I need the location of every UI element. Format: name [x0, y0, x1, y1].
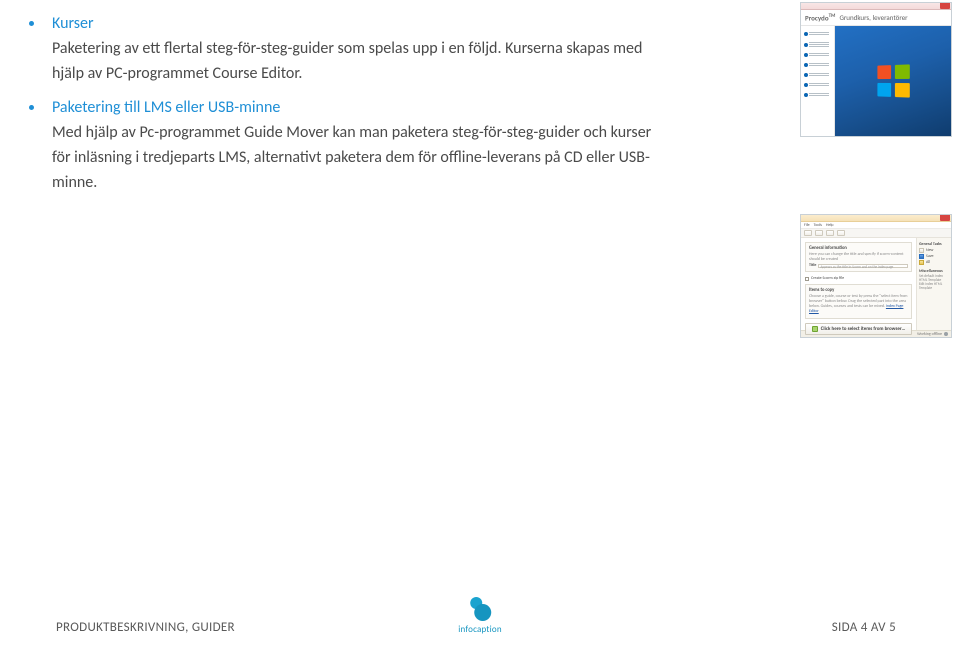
- thumbnail-course-player: ProcydoTM Grundkurs, leverantörer: [800, 2, 952, 137]
- main-panel: General information Here you can change …: [801, 238, 916, 330]
- window-titlebar: [801, 215, 951, 222]
- menubar: File Tools Help: [801, 222, 951, 229]
- panel-heading: General information: [809, 246, 908, 251]
- menu-tools: Tools: [814, 223, 822, 228]
- brand-text: Procydo: [805, 13, 829, 22]
- items-panel: Items to copy Choose a guide, course or …: [805, 284, 912, 319]
- title-input: Appears as the title in Scorm and on the…: [818, 264, 908, 268]
- step-dot-icon: [804, 73, 808, 77]
- player-body: [801, 26, 951, 136]
- step-list: [801, 26, 835, 136]
- footer-page-number: SIDA 4 AV 5: [832, 620, 896, 635]
- step-item: [803, 30, 832, 38]
- side-misc-text: Set default Index HTML Template: [919, 274, 949, 282]
- checkbox-label: Create Scorm zip file: [811, 276, 844, 281]
- step-item: [803, 91, 832, 99]
- scorm-checkbox-row: Create Scorm zip file: [805, 276, 912, 281]
- plus-icon: [812, 326, 818, 332]
- toolbar-button-icon: [804, 230, 812, 236]
- side-misc-text: Edit Index HTML Template: [919, 282, 949, 290]
- toolbar-button-icon: [815, 230, 823, 236]
- toolbar: [801, 229, 951, 238]
- panel-subtext: Choose a guide, course or test by press …: [809, 294, 908, 314]
- brand-label: ProcydoTM: [805, 13, 835, 22]
- new-icon: [919, 248, 924, 253]
- course-title: Grundkurs, leverantörer: [839, 13, 907, 22]
- step-dot-icon: [804, 93, 808, 97]
- step-item: [803, 81, 832, 89]
- step-item: [803, 71, 832, 79]
- bullet-dot-icon: [29, 105, 34, 110]
- all-icon: [919, 260, 924, 265]
- checkbox-icon: [805, 277, 809, 281]
- status-dot-icon: [944, 332, 948, 336]
- window-titlebar: [801, 3, 951, 10]
- side-heading: General Tasks: [919, 242, 949, 247]
- title-field-row: Title Appears as the title in Scorm and …: [809, 263, 908, 268]
- step-dot-icon: [804, 83, 808, 87]
- field-label: Title: [809, 263, 816, 268]
- step-dot-icon: [804, 63, 808, 67]
- step-dot-icon: [804, 43, 808, 47]
- menu-help: Help: [826, 223, 834, 228]
- side-panel: General Tasks New Save All Miscellaneous…: [916, 238, 951, 330]
- select-items-button: Click here to select items from browser…: [805, 323, 912, 335]
- player-canvas: [835, 26, 951, 136]
- toolbar-button-icon: [837, 230, 845, 236]
- footer-brand-text: infocaption: [458, 624, 502, 635]
- close-icon: [940, 215, 950, 221]
- general-info-panel: General information Here you can change …: [805, 242, 912, 272]
- step-item: [803, 61, 832, 69]
- panel-heading: Items to copy: [809, 288, 908, 293]
- player-header: ProcydoTM Grundkurs, leverantörer: [801, 10, 951, 26]
- save-icon: [919, 254, 924, 259]
- list-item: Kurser Paketering av ett flertal steg-fö…: [22, 12, 802, 86]
- panel-subtext: Here you can change the title and specif…: [809, 252, 908, 262]
- footer-left-text: PRODUKTBESKRIVNING, GUIDER: [56, 620, 235, 635]
- trademark-symbol: TM: [829, 13, 836, 19]
- bullet-heading: Kurser: [52, 12, 802, 37]
- bullet-body: Med hjälp av Pc-programmet Guide Mover k…: [52, 121, 652, 195]
- thumbnail-guide-mover: File Tools Help General information Here…: [800, 214, 952, 338]
- step-dot-icon: [804, 53, 808, 57]
- menu-file: File: [804, 223, 810, 228]
- side-item-all: All: [919, 260, 949, 265]
- list-item: Paketering till LMS eller USB-minne Med …: [22, 96, 802, 195]
- app-body: General information Here you can change …: [801, 238, 951, 330]
- side-item-new: New: [919, 248, 949, 253]
- side-item-label: Save: [926, 254, 933, 259]
- document-content: Kurser Paketering av ett flertal steg-fö…: [22, 12, 802, 206]
- side-item-save: Save: [919, 254, 949, 259]
- close-icon: [940, 3, 950, 9]
- status-text: Working offline: [917, 332, 942, 337]
- page-footer: PRODUKTBESKRIVNING, GUIDER infocaption S…: [0, 595, 960, 635]
- toolbar-button-icon: [826, 230, 834, 236]
- side-item-label: All: [926, 260, 930, 265]
- bullet-body: Paketering av ett flertal steg-för-steg-…: [52, 37, 652, 87]
- footer-logo: infocaption: [458, 596, 502, 635]
- select-items-label: Click here to select items from browser…: [821, 326, 905, 332]
- infocaption-logo-icon: [469, 596, 491, 622]
- step-dot-icon: [804, 32, 808, 36]
- bullet-dot-icon: [29, 21, 34, 26]
- step-item: [803, 40, 832, 49]
- bullet-heading: Paketering till LMS eller USB-minne: [52, 96, 802, 121]
- bullet-list: Kurser Paketering av ett flertal steg-fö…: [22, 12, 802, 196]
- step-item: [803, 51, 832, 59]
- side-item-label: New: [926, 248, 933, 253]
- windows-logo-icon: [877, 64, 909, 97]
